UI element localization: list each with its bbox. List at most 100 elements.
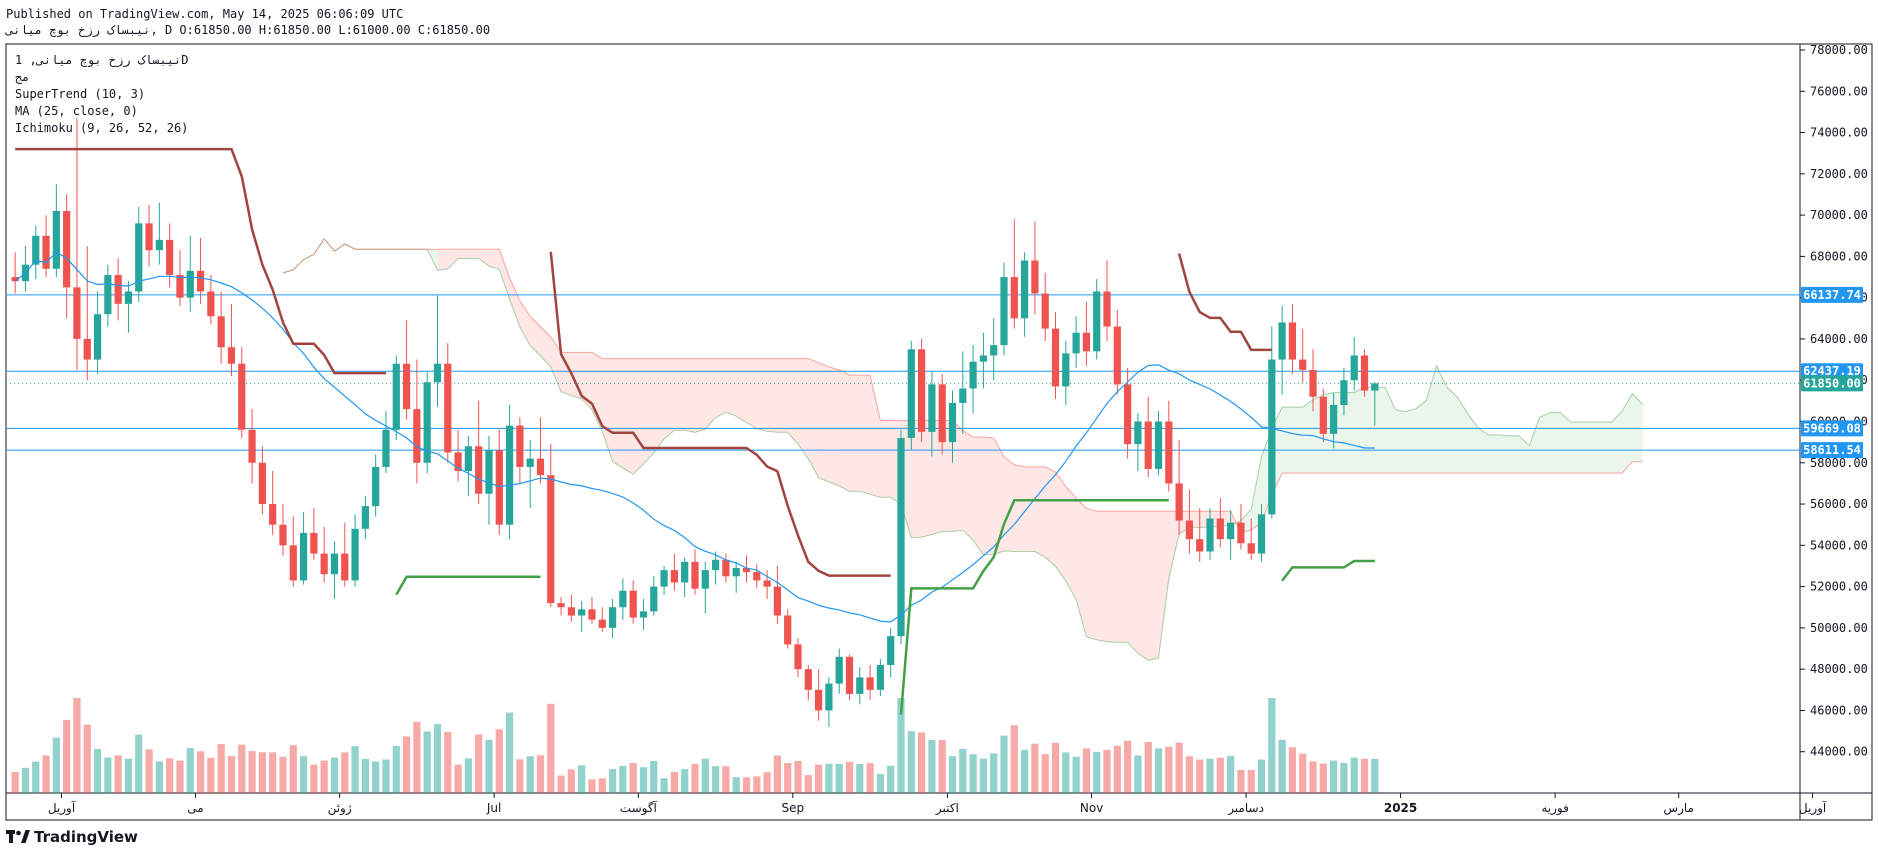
candle-body	[722, 559, 730, 577]
candle-body	[948, 402, 957, 443]
x-tick-label: فوریه	[1541, 801, 1569, 816]
candle-body	[1144, 421, 1152, 469]
price-label-text: 58611.54	[1803, 443, 1861, 457]
legend-supertrend[interactable]: SuperTrend (10, 3)	[15, 86, 188, 103]
ichimoku-cloud	[282, 237, 1643, 661]
cloud-segment	[1385, 387, 1396, 474]
x-tick-label: Nov	[1080, 801, 1103, 815]
volume-bar	[351, 746, 359, 793]
candle-body	[104, 274, 112, 315]
candle	[804, 665, 812, 701]
volume-bar	[1196, 759, 1204, 793]
candle	[1021, 252, 1029, 337]
volume-bar	[619, 765, 627, 793]
candle	[650, 576, 658, 616]
volume-bar	[1031, 743, 1039, 793]
candle	[835, 648, 843, 694]
price-chart[interactable]: 78000.00 76000.00 74000.00 72000.00 70000.00…	[0, 0, 1878, 858]
candle-body	[835, 656, 843, 684]
candle	[598, 607, 606, 633]
cloud-segment	[839, 369, 850, 492]
candle	[887, 627, 895, 678]
volume-bar	[784, 763, 792, 793]
legend-symbol[interactable]: نیبساک رزخ بوچ میانی, 1D	[15, 52, 188, 69]
volume-bar	[289, 745, 297, 793]
candle	[1103, 260, 1111, 342]
price-label-text: 59669.08	[1803, 421, 1861, 435]
cloud-segment	[1549, 412, 1561, 474]
volume-bar	[32, 761, 40, 793]
cloud-segment	[983, 436, 994, 555]
candle	[361, 495, 369, 540]
candle	[73, 118, 81, 370]
legend-sub: مج	[15, 70, 30, 84]
volume-bar	[907, 731, 915, 793]
legend-ichimoku[interactable]: Ichimoku (9, 26, 52, 26)	[15, 120, 188, 137]
cloud-segment	[1055, 472, 1066, 581]
candle-body	[598, 619, 606, 628]
cloud-segment	[664, 358, 675, 440]
cloud-segment	[767, 358, 778, 433]
volume-bar	[392, 745, 400, 793]
candle	[1113, 310, 1121, 395]
candle-body	[1360, 355, 1369, 391]
volume-bar	[588, 779, 596, 793]
volume-bar	[516, 759, 524, 793]
candle	[135, 206, 143, 302]
y-tick-label: 48000.00	[1810, 662, 1868, 676]
candle-body	[485, 450, 493, 494]
volume-bar	[1010, 725, 1018, 793]
supertrend-down-line	[1177, 253, 1272, 352]
cloud-segment	[921, 420, 932, 538]
candle-body	[227, 347, 236, 364]
tradingview-footer[interactable]: TradingView	[6, 828, 138, 846]
cloud-segment	[828, 366, 840, 486]
cloud-segment	[1436, 365, 1447, 474]
cloud-segment	[962, 430, 974, 541]
candle	[1185, 489, 1194, 554]
candle	[433, 295, 442, 408]
x-tick-label: آگوست	[620, 800, 658, 816]
candle	[639, 598, 648, 630]
cloud-segment	[468, 249, 479, 259]
candle-body	[1309, 369, 1317, 397]
volume-bar	[423, 731, 431, 793]
cloud-segment	[1137, 511, 1149, 661]
volume-bar	[73, 698, 81, 793]
legend-ma[interactable]: MA (25, close, 0)	[15, 103, 188, 120]
volume-bar	[547, 703, 555, 793]
candle-body	[392, 363, 400, 430]
cloud-segment	[1168, 511, 1180, 579]
candle-body	[166, 239, 174, 275]
indicator-legend: نیبساک رزخ بوچ میانی, 1D مج SuperTrend (…	[15, 52, 188, 137]
candle	[1299, 328, 1307, 383]
cloud-segment	[1117, 511, 1128, 643]
volume-bar	[1360, 758, 1369, 793]
candle-body	[1175, 483, 1183, 521]
volume-bar	[1257, 759, 1266, 793]
candle	[1350, 336, 1358, 391]
volume-bar	[650, 761, 658, 793]
candle	[464, 435, 472, 496]
candle	[629, 580, 637, 624]
candle	[93, 291, 102, 375]
candle	[866, 665, 874, 701]
candle-body	[413, 409, 421, 463]
candle-body	[1103, 291, 1111, 327]
candle	[145, 204, 153, 267]
cloud-segment	[1014, 464, 1025, 552]
cloud-segment	[1395, 409, 1406, 474]
candle-body	[495, 450, 503, 525]
candle	[258, 446, 266, 515]
candle-body	[310, 532, 318, 554]
candle-body	[1196, 539, 1204, 552]
volume-bar	[1124, 740, 1132, 793]
volume-bar	[135, 734, 143, 793]
candle-body	[907, 349, 915, 439]
candle	[217, 291, 225, 364]
candle	[155, 202, 163, 265]
y-tick-label: 72000.00	[1810, 167, 1868, 181]
candle	[660, 565, 668, 595]
candle	[330, 541, 339, 599]
volume-bar	[691, 763, 699, 793]
